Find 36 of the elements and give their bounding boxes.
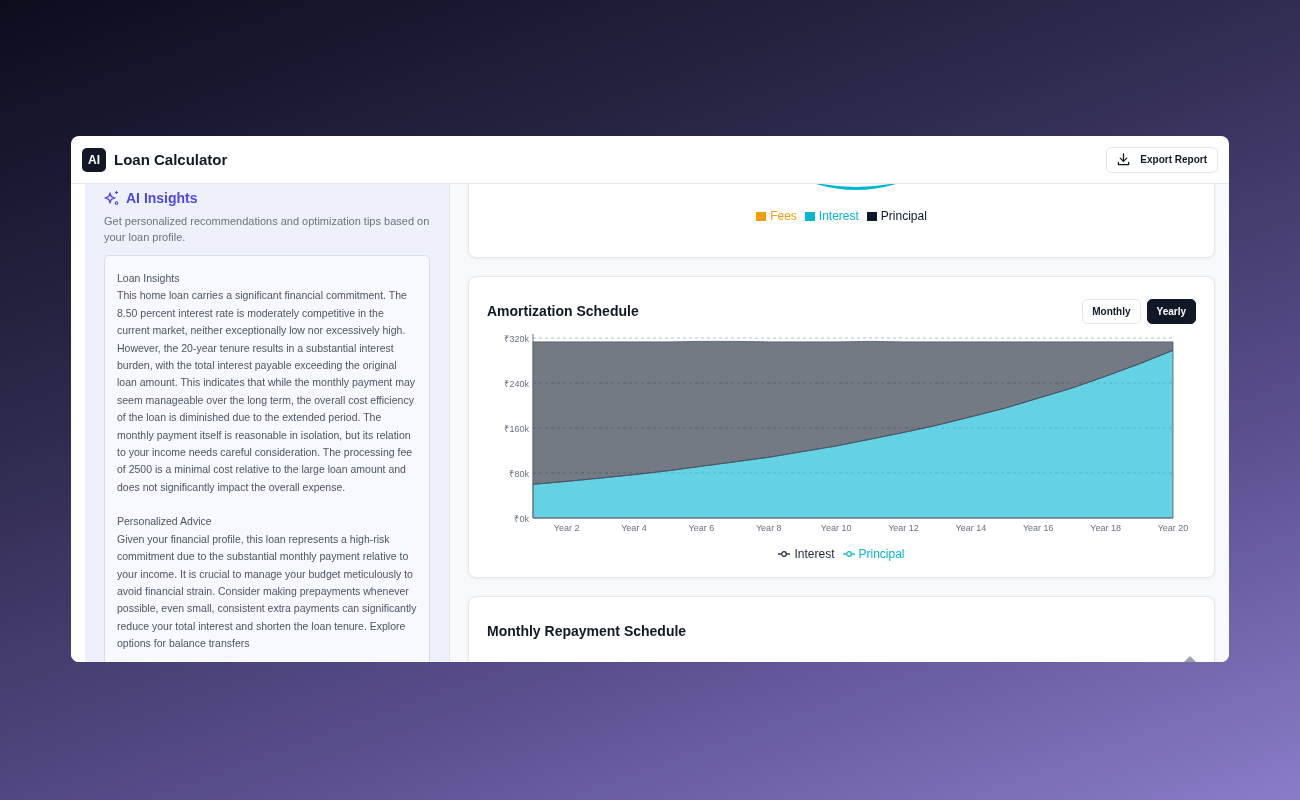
- y-tick-label: ₹160k: [504, 423, 529, 434]
- export-report-button[interactable]: Export Report: [1106, 146, 1218, 173]
- legend-label: Principal: [880, 209, 927, 223]
- section-heading: Loan Insights: [117, 271, 181, 286]
- legend-label: Interest: [818, 209, 859, 223]
- section-text: Given your financial profile, this loan represents a high-risk commitment due to the substantial monthly payment relative to your income. It is crucial to manage your budget meticulously to avoid financial strain. Consider making prepayments whenever possible, even small, consistent extra payments can significantly reduce your total interest and shorten the loan tenure. Explore options for balance transfers: [117, 531, 417, 652]
- legend-label: Fees: [770, 209, 797, 223]
- y-tick-label: ₹320k: [504, 333, 529, 344]
- section-text: This home loan carries a significant financial commitment. The 8.50 percent interest rate is moderately competitive in the current market, neither exceptionally low nor excessively high. However, the 20-year tenure results in a substantial interest burden, with the total interest payable exceeding the original loan amount. This indicates that while the monthly payment may seem manageable over the long term, the overall cost efficiency of the loan is diminished due to the extended period. The monthly payment itself is reasonable in isolation, but its relation to your income needs careful consideration. The processing fee of 2500 is a minimal cost relative to the large loan amount and does not significantly impact the overall expense.: [117, 288, 417, 495]
- app-title: Loan Calculator: [114, 151, 228, 168]
- x-tick-label: Year 16: [1022, 523, 1054, 533]
- app-logo: AI: [82, 147, 106, 172]
- scroll-up-icon[interactable]: [1184, 656, 1196, 662]
- x-tick-label: Year 10: [820, 523, 852, 533]
- insights-subtitle: Get personalized recommendations and optimization tips based on your loan profile.: [104, 214, 430, 245]
- x-tick-label: Year 12: [888, 523, 919, 533]
- card-title: Amortization Schedule: [487, 303, 639, 319]
- x-tick-label: Year 2: [553, 523, 580, 533]
- x-tick-label: Year 20: [1157, 523, 1189, 533]
- x-tick-label: Year 8: [755, 523, 782, 533]
- legend-label: Interest: [794, 547, 835, 561]
- x-tick-label: Year 18: [1090, 523, 1121, 533]
- y-tick-label: ₹80k: [509, 468, 529, 479]
- card-title: Monthly Repayment Schedule: [487, 623, 688, 639]
- view-toggle-button[interactable]: Monthly: [1082, 299, 1141, 324]
- insights-title: AI Insights: [126, 190, 198, 206]
- view-toggle-button[interactable]: Yearly: [1146, 299, 1196, 324]
- x-tick-label: Year 14: [955, 523, 987, 533]
- legend-label: Principal: [858, 547, 905, 561]
- y-tick-label: ₹240k: [504, 378, 529, 389]
- x-tick-label: Year 4: [621, 523, 647, 533]
- download-icon: [1117, 153, 1131, 166]
- section-heading: Personalized Advice: [117, 514, 213, 530]
- x-tick-label: Year 6: [688, 523, 715, 533]
- sparkles-icon: [104, 190, 120, 206]
- y-tick-label: ₹0k: [514, 513, 529, 524]
